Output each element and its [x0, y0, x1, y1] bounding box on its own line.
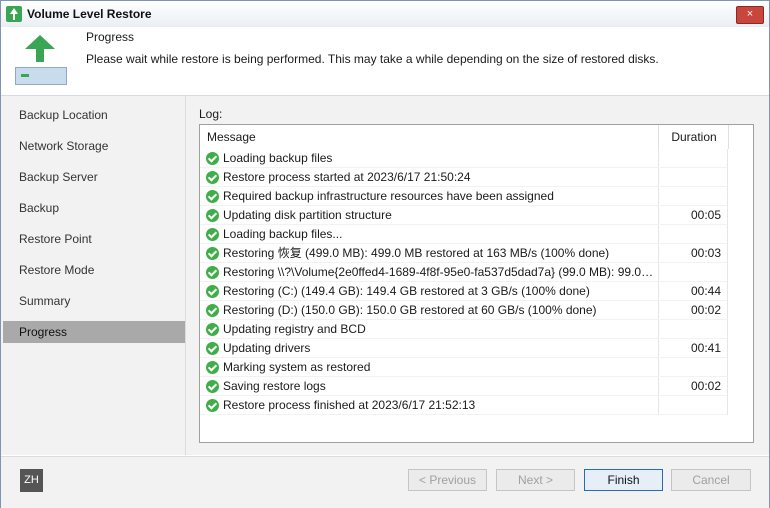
log-duration: 00:05	[660, 206, 728, 225]
success-check-icon	[206, 247, 219, 260]
success-check-icon	[206, 228, 219, 241]
success-check-icon	[206, 285, 219, 298]
close-button[interactable]: ×	[736, 6, 764, 24]
table-row[interactable]: Required backup infrastructure resources…	[200, 187, 753, 206]
column-header-message[interactable]: Message	[200, 125, 659, 149]
log-message: Restoring 恢复 (499.0 MB): 499.0 MB restor…	[223, 246, 610, 260]
log-duration	[660, 263, 728, 282]
message-cell: Marking system as restored	[200, 358, 659, 377]
step-title: Progress	[86, 30, 135, 44]
log-duration: 00:03	[660, 244, 728, 263]
restore-disk-icon	[15, 35, 69, 87]
success-check-icon	[206, 323, 219, 336]
log-duration	[660, 168, 728, 187]
log-message: Restore process finished at 2023/6/17 21…	[223, 398, 476, 412]
success-check-icon	[206, 342, 219, 355]
message-cell: Restoring 恢复 (499.0 MB): 499.0 MB restor…	[200, 244, 659, 263]
table-row[interactable]: Restore process finished at 2023/6/17 21…	[200, 396, 753, 415]
log-duration: 00:41	[660, 339, 728, 358]
step-description: Please wait while restore is being perfo…	[86, 52, 659, 66]
log-message: Restoring (D:) (150.0 GB): 150.0 GB rest…	[223, 303, 597, 317]
log-table[interactable]: Message Duration Loading backup files Res…	[199, 124, 754, 443]
success-check-icon	[206, 361, 219, 374]
message-cell: Saving restore logs	[200, 377, 659, 396]
previous-button[interactable]: < Previous	[408, 469, 487, 491]
message-cell: Required backup infrastructure resources…	[200, 187, 659, 206]
restore-window: Volume Level Restore × Progress Please w…	[0, 0, 770, 508]
success-check-icon	[206, 304, 219, 317]
log-duration: 00:02	[660, 301, 728, 320]
table-row[interactable]: Updating disk partition structure 00:05	[200, 206, 753, 225]
message-cell: Restoring (C:) (149.4 GB): 149.4 GB rest…	[200, 282, 659, 301]
log-label: Log:	[199, 107, 223, 121]
message-cell: Loading backup files...	[200, 225, 659, 244]
log-message: Marking system as restored	[223, 360, 371, 374]
sidebar-item-backup-server[interactable]: Backup Server	[3, 166, 185, 188]
log-message: Updating disk partition structure	[223, 208, 392, 222]
window-title: Volume Level Restore	[27, 7, 152, 21]
sidebar-item-backup-location[interactable]: Backup Location	[3, 104, 185, 126]
success-check-icon	[206, 266, 219, 279]
log-message: Restoring (C:) (149.4 GB): 149.4 GB rest…	[223, 284, 590, 298]
table-row[interactable]: Marking system as restored	[200, 358, 753, 377]
log-message: Restoring \\?\Volume{2e0ffed4-1689-4f8f-…	[223, 265, 655, 279]
log-message: Restore process started at 2023/6/17 21:…	[223, 170, 471, 184]
log-duration: 00:02	[660, 377, 728, 396]
wizard-footer: ZH < Previous Next > Finish Cancel	[1, 456, 769, 508]
column-header-duration[interactable]: Duration	[660, 125, 729, 149]
log-duration: 00:44	[660, 282, 728, 301]
message-cell: Restoring \\?\Volume{2e0ffed4-1689-4f8f-…	[200, 263, 659, 282]
message-cell: Updating disk partition structure	[200, 206, 659, 225]
log-message: Loading backup files	[223, 151, 333, 165]
table-row[interactable]: Restoring 恢复 (499.0 MB): 499.0 MB restor…	[200, 244, 753, 263]
log-duration	[660, 149, 728, 168]
finish-button[interactable]: Finish	[584, 469, 663, 491]
success-check-icon	[206, 209, 219, 222]
title-bar: Volume Level Restore ×	[1, 1, 769, 28]
log-message: Updating drivers	[223, 341, 311, 355]
log-message: Saving restore logs	[223, 379, 326, 393]
table-row[interactable]: Restoring (D:) (150.0 GB): 150.0 GB rest…	[200, 301, 753, 320]
app-upload-icon	[6, 6, 22, 22]
success-check-icon	[206, 399, 219, 412]
sidebar-item-network-storage[interactable]: Network Storage	[3, 135, 185, 157]
log-message: Required backup infrastructure resources…	[223, 189, 554, 203]
success-check-icon	[206, 190, 219, 203]
message-cell: Updating registry and BCD	[200, 320, 659, 339]
message-cell: Updating drivers	[200, 339, 659, 358]
language-indicator[interactable]: ZH	[20, 469, 43, 492]
success-check-icon	[206, 152, 219, 165]
table-row[interactable]: Loading backup files	[200, 149, 753, 168]
table-row[interactable]: Restoring (C:) (149.4 GB): 149.4 GB rest…	[200, 282, 753, 301]
message-cell: Loading backup files	[200, 149, 659, 168]
log-message: Updating registry and BCD	[223, 322, 366, 336]
log-duration	[660, 320, 728, 339]
sidebar-item-restore-mode[interactable]: Restore Mode	[3, 259, 185, 281]
success-check-icon	[206, 380, 219, 393]
progress-panel: Log: Message Duration Loading backup fil…	[186, 96, 769, 455]
message-cell: Restore process started at 2023/6/17 21:…	[200, 168, 659, 187]
log-duration	[660, 396, 728, 415]
log-duration	[660, 187, 728, 206]
table-row[interactable]: Restoring \\?\Volume{2e0ffed4-1689-4f8f-…	[200, 263, 753, 282]
sidebar-item-summary[interactable]: Summary	[3, 290, 185, 312]
sidebar-item-restore-point[interactable]: Restore Point	[3, 228, 185, 250]
sidebar-item-backup[interactable]: Backup	[3, 197, 185, 219]
table-row[interactable]: Updating registry and BCD	[200, 320, 753, 339]
wizard-steps-sidebar: Backup Location Network Storage Backup S…	[1, 96, 186, 455]
sidebar-item-progress[interactable]: Progress	[3, 321, 185, 343]
log-message: Loading backup files...	[223, 227, 343, 241]
table-row[interactable]: Loading backup files...	[200, 225, 753, 244]
next-button[interactable]: Next >	[496, 469, 575, 491]
table-row[interactable]: Updating drivers 00:41	[200, 339, 753, 358]
log-duration	[660, 358, 728, 377]
log-duration	[660, 225, 728, 244]
success-check-icon	[206, 171, 219, 184]
cancel-button[interactable]: Cancel	[671, 469, 751, 491]
table-row[interactable]: Saving restore logs 00:02	[200, 377, 753, 396]
wizard-header: Progress Please wait while restore is be…	[1, 27, 769, 96]
message-cell: Restore process finished at 2023/6/17 21…	[200, 396, 659, 415]
table-row[interactable]: Restore process started at 2023/6/17 21:…	[200, 168, 753, 187]
message-cell: Restoring (D:) (150.0 GB): 150.0 GB rest…	[200, 301, 659, 320]
